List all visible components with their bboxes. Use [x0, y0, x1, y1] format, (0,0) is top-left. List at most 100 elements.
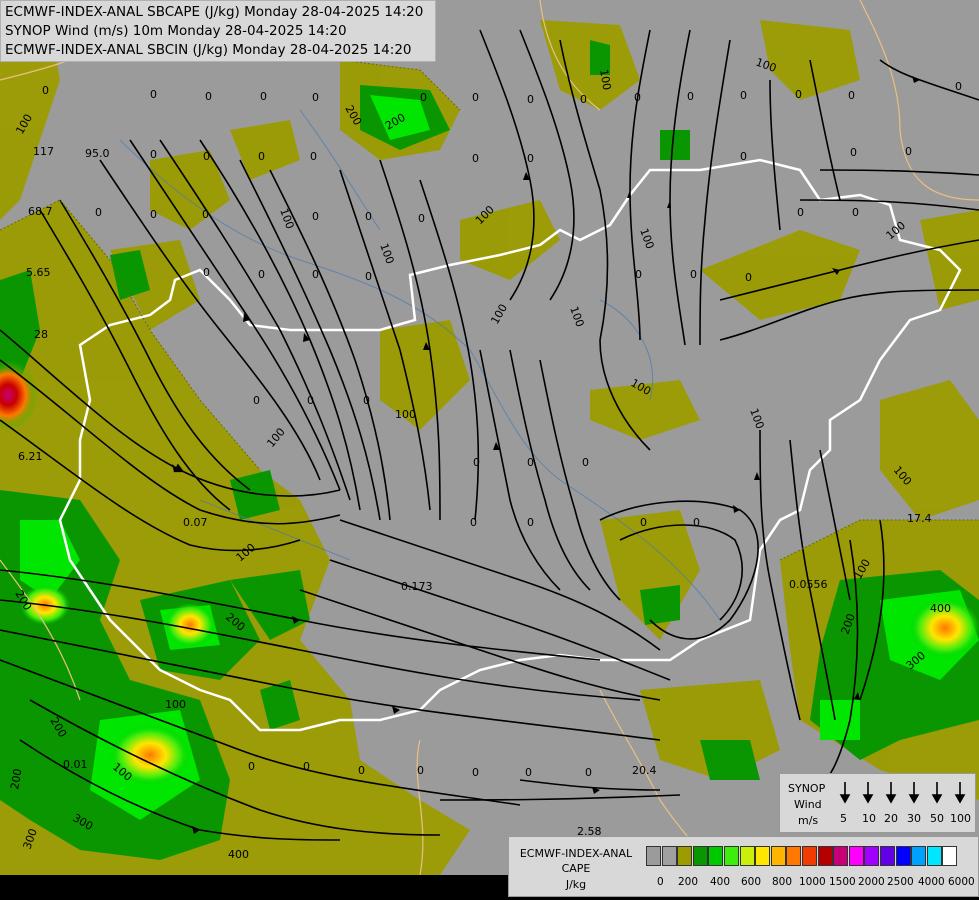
- svg-text:0: 0: [693, 516, 700, 529]
- svg-text:0: 0: [203, 150, 210, 163]
- svg-text:0.173: 0.173: [401, 580, 433, 593]
- cape-color-swatch: [770, 846, 786, 866]
- svg-text:0: 0: [420, 91, 427, 104]
- cape-tick: 400: [710, 876, 731, 888]
- svg-text:0: 0: [797, 206, 804, 219]
- svg-text:0: 0: [634, 91, 641, 104]
- cape-color-swatch: [942, 846, 958, 866]
- svg-text:0: 0: [42, 84, 49, 97]
- svg-text:0: 0: [740, 150, 747, 163]
- svg-text:0: 0: [473, 456, 480, 469]
- map-title-box: ECMWF-INDEX-ANAL SBCAPE (J/kg) Monday 28…: [0, 0, 436, 62]
- svg-text:0: 0: [525, 766, 532, 779]
- synop-val-30: 30: [907, 812, 921, 825]
- cape-tick: 1000: [799, 876, 826, 888]
- svg-text:0: 0: [640, 516, 647, 529]
- cape-color-swatch: [802, 846, 817, 866]
- cape-color-swatch: [646, 846, 661, 866]
- svg-text:68.7: 68.7: [28, 205, 53, 218]
- cape-color-swatch: [926, 846, 942, 866]
- svg-text:0: 0: [848, 89, 855, 102]
- cape-color-swatch: [755, 846, 771, 866]
- svg-text:0: 0: [150, 88, 157, 101]
- cape-legend-unit: J/kg: [565, 878, 587, 891]
- title-sbcin: ECMWF-INDEX-ANAL SBCIN (J/kg) Monday 28-…: [5, 42, 412, 58]
- synop-val-20: 20: [884, 812, 898, 825]
- svg-text:0: 0: [310, 150, 317, 163]
- svg-text:400: 400: [930, 602, 951, 615]
- cape-color-swatch: [895, 846, 911, 866]
- svg-text:28: 28: [34, 328, 48, 341]
- svg-text:0: 0: [95, 206, 102, 219]
- cape-tick: 200: [678, 876, 699, 888]
- svg-text:0: 0: [687, 90, 694, 103]
- svg-text:0: 0: [248, 760, 255, 773]
- cape-color-swatch: [724, 846, 739, 866]
- synop-val-50: 50: [930, 812, 944, 825]
- svg-text:0: 0: [472, 766, 479, 779]
- synop-wind-legend: SYNOP Wind m/s 5 10 20 30 50 100: [779, 773, 976, 833]
- svg-text:0: 0: [260, 90, 267, 103]
- svg-text:0: 0: [312, 268, 319, 281]
- svg-text:0: 0: [365, 210, 372, 223]
- svg-text:0.01: 0.01: [63, 758, 88, 771]
- svg-text:400: 400: [228, 848, 249, 861]
- synop-val-5: 5: [840, 812, 847, 825]
- cape-tick: 800: [772, 876, 793, 888]
- svg-text:0: 0: [417, 764, 424, 777]
- cape-color-swatch: [692, 846, 708, 866]
- cape-color-swatch: [786, 846, 802, 866]
- svg-text:0: 0: [418, 212, 425, 225]
- svg-text:0: 0: [470, 516, 477, 529]
- synop-val-10: 10: [862, 812, 876, 825]
- svg-text:0: 0: [635, 268, 642, 281]
- svg-text:0.07: 0.07: [183, 516, 208, 529]
- cape-legend-subtitle: CAPE: [561, 862, 591, 875]
- cape-color-swatch: [880, 846, 895, 866]
- svg-text:0: 0: [905, 145, 912, 158]
- weather-map: 0 0 0 0 0 0 0 0 0 0 0 0 0 0 0 0 0 0 0 0 …: [0, 0, 979, 875]
- svg-text:0: 0: [365, 270, 372, 283]
- svg-text:0: 0: [955, 80, 962, 93]
- svg-text:0: 0: [150, 208, 157, 221]
- cape-tick: 600: [741, 876, 762, 888]
- svg-text:0: 0: [690, 268, 697, 281]
- cape-color-swatch: [661, 846, 677, 866]
- svg-text:0: 0: [202, 208, 209, 221]
- cape-color-swatch: [911, 846, 927, 866]
- synop-arrows: [839, 782, 966, 804]
- svg-text:17.4: 17.4: [907, 512, 932, 525]
- svg-text:117: 117: [33, 145, 54, 158]
- svg-text:0: 0: [850, 146, 857, 159]
- cape-legend-title: ECMWF-INDEX-ANAL: [519, 847, 633, 860]
- title-sbcape: ECMWF-INDEX-ANAL SBCAPE (J/kg) Monday 28…: [5, 4, 424, 20]
- svg-text:0: 0: [312, 91, 319, 104]
- cape-tick: 6000: [948, 876, 975, 888]
- cape-color-swatch: [739, 846, 755, 866]
- svg-text:0: 0: [745, 271, 752, 284]
- svg-text:100: 100: [395, 408, 416, 421]
- svg-text:100: 100: [165, 698, 186, 711]
- svg-text:0: 0: [150, 148, 157, 161]
- svg-text:0: 0: [205, 90, 212, 103]
- synop-legend-unit: m/s: [798, 814, 819, 827]
- svg-text:5.65: 5.65: [26, 266, 51, 279]
- svg-text:0: 0: [527, 516, 534, 529]
- svg-text:0: 0: [312, 210, 319, 223]
- svg-text:0: 0: [527, 93, 534, 106]
- svg-text:0: 0: [358, 764, 365, 777]
- svg-text:20.4: 20.4: [632, 764, 657, 777]
- cape-tick: 2000: [858, 876, 885, 888]
- cape-color-swatch: [817, 846, 833, 866]
- cape-color-swatch: [677, 846, 693, 866]
- svg-text:0: 0: [582, 456, 589, 469]
- synop-val-100: 100: [950, 812, 971, 825]
- svg-text:0: 0: [258, 150, 265, 163]
- svg-text:0: 0: [253, 394, 260, 407]
- cape-color-swatch: [848, 846, 864, 866]
- svg-text:0: 0: [258, 268, 265, 281]
- cape-tick: 4000: [918, 876, 945, 888]
- title-synop-wind: SYNOP Wind (m/s) 10m Monday 28-04-2025 1…: [5, 23, 347, 39]
- cape-legend: ECMWF-INDEX-ANAL CAPE J/kg 0 200 400 600…: [508, 836, 979, 897]
- svg-text:0: 0: [527, 456, 534, 469]
